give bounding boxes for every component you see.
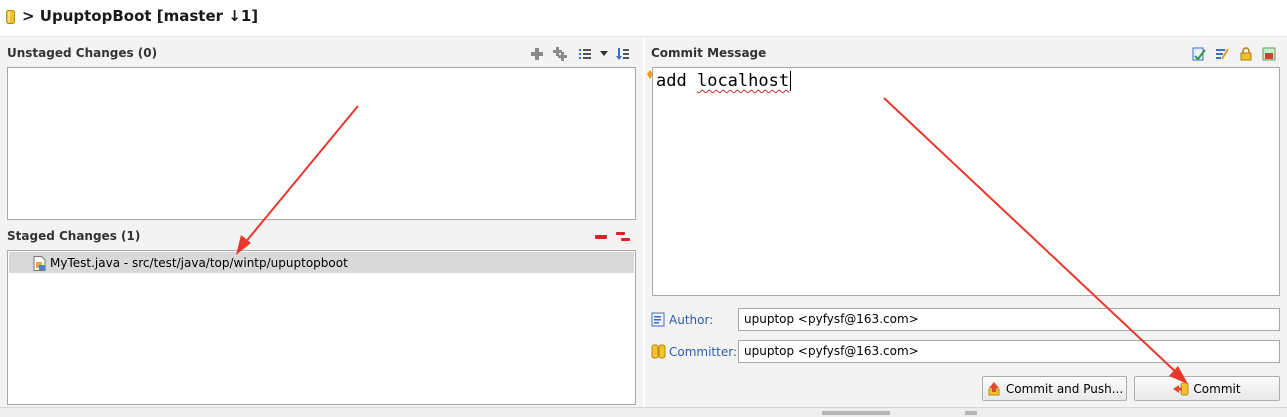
commit-icon bbox=[1173, 382, 1189, 395]
staged-header: Staged Changes (1) bbox=[7, 229, 141, 243]
push-icon bbox=[988, 381, 1000, 395]
commit-label: Commit bbox=[1193, 381, 1241, 396]
scrollbar-thumb-small[interactable] bbox=[965, 411, 977, 415]
spell-check-icon[interactable] bbox=[1192, 47, 1206, 61]
unstaged-list[interactable] bbox=[7, 67, 636, 220]
chevron-down-icon[interactable] bbox=[600, 51, 608, 57]
text-cursor bbox=[790, 71, 792, 91]
sort-icon[interactable] bbox=[616, 47, 630, 61]
author-label: Author: bbox=[669, 313, 714, 327]
commit-and-push-button[interactable]: Commit and Push... bbox=[982, 376, 1127, 401]
commit-button[interactable]: Commit bbox=[1134, 376, 1280, 401]
staged-file-label: MyTest.java - src/test/java/top/wintp/up… bbox=[50, 256, 348, 270]
author-field[interactable]: upuptop <pyfysf@163.com> bbox=[738, 308, 1280, 331]
lock-icon[interactable] bbox=[1239, 47, 1253, 61]
list-item[interactable]: MyTest.java - src/test/java/top/wintp/up… bbox=[9, 252, 634, 273]
scrollbar-thumb[interactable] bbox=[822, 411, 890, 415]
unstage-selected-icon[interactable] bbox=[594, 230, 608, 244]
committer-icon bbox=[651, 344, 666, 359]
unstaged-header: Unstaged Changes (0) bbox=[7, 46, 158, 60]
staged-list[interactable]: MyTest.java - src/test/java/top/wintp/up… bbox=[7, 250, 636, 405]
stage-selected-icon[interactable] bbox=[530, 47, 544, 61]
commit-message-input[interactable]: add localhost bbox=[652, 67, 1280, 296]
commit-and-push-label: Commit and Push... bbox=[1005, 381, 1124, 396]
repository-icon bbox=[6, 10, 15, 24]
commit-message-misspelled-word: localhost bbox=[696, 71, 790, 91]
commit-message-word: add bbox=[656, 71, 687, 91]
amend-icon[interactable] bbox=[1262, 47, 1276, 61]
title-bar: > UpuptopBoot [master ↓1] bbox=[0, 0, 1287, 37]
stage-all-icon[interactable] bbox=[553, 47, 567, 61]
commit-message-text: add localhost bbox=[656, 71, 792, 91]
java-file-icon bbox=[33, 256, 46, 271]
window-title: > UpuptopBoot [master ↓1] bbox=[22, 7, 259, 25]
committer-field[interactable]: upuptop <pyfysf@163.com> bbox=[738, 340, 1280, 363]
signed-off-icon[interactable] bbox=[1215, 47, 1229, 61]
commit-message-header: Commit Message bbox=[651, 46, 767, 60]
committer-label: Committer: bbox=[669, 345, 737, 359]
author-icon bbox=[651, 312, 665, 327]
list-view-icon[interactable] bbox=[578, 47, 592, 61]
unstage-all-icon[interactable] bbox=[616, 230, 630, 244]
